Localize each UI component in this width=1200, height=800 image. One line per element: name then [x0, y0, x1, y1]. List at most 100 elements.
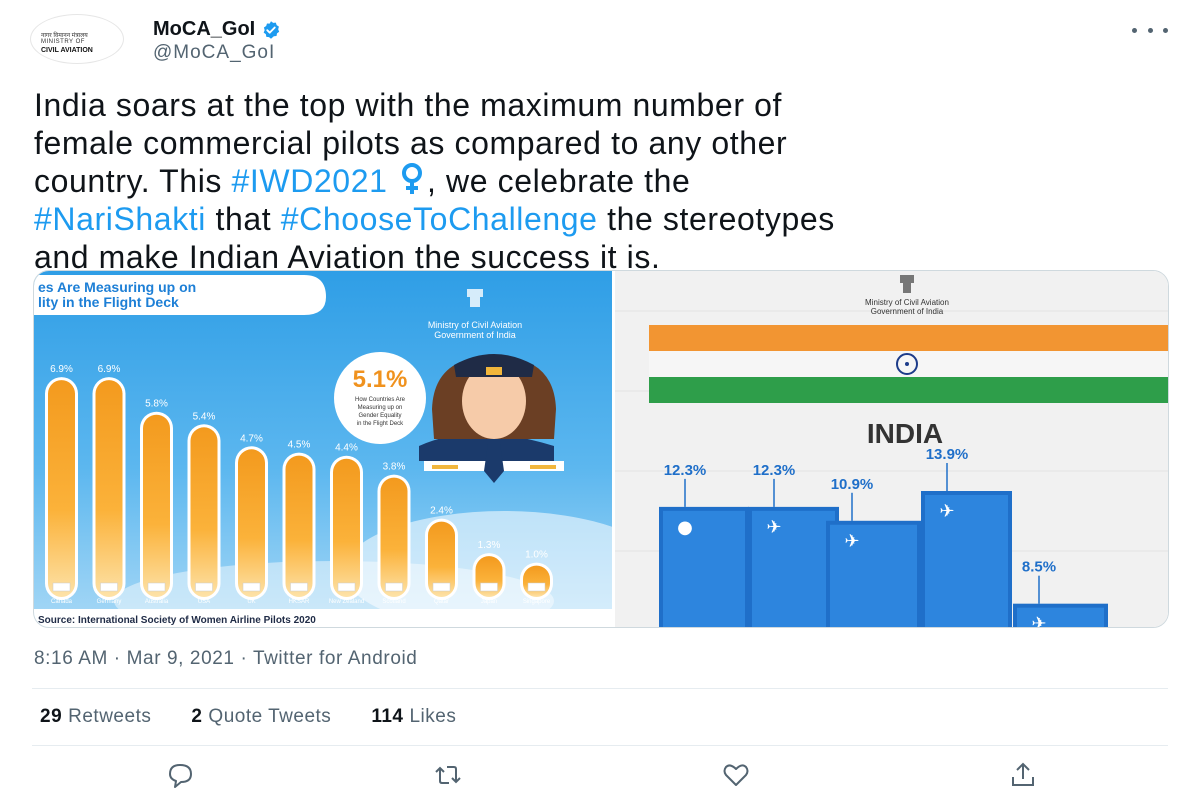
- right-bar-value-label: 12.3%: [753, 462, 796, 479]
- account-handle[interactable]: @MoCA_GoI: [153, 42, 275, 64]
- source-caption: Source: International Society of Women A…: [38, 615, 316, 626]
- right-bar-face: [663, 510, 745, 627]
- right-bar-face: [925, 495, 1008, 627]
- retweets-stat[interactable]: 29 Retweets: [40, 706, 151, 728]
- avatar-text-line1: MINISTRY OF: [41, 39, 85, 45]
- flag-icon: [432, 582, 451, 592]
- left-bar-value-label: 4.4%: [335, 443, 358, 454]
- right-bar-value-label: 10.9%: [831, 476, 874, 493]
- person-icon: ●: [677, 517, 693, 538]
- left-bar: [333, 458, 360, 597]
- left-bar-category-label: USA: [198, 599, 210, 605]
- left-bar-category-label: New Zealand: [329, 599, 364, 605]
- headline-caption-2: Measuring up on: [358, 405, 403, 411]
- tweet-text-fragment: , we celebrate the: [427, 163, 691, 199]
- right-ministry-line-1: Ministry of Civil Aviation: [865, 298, 949, 307]
- account-name-line: MoCA_GoI: [153, 18, 281, 41]
- headline-caption-3: Gender Equality: [358, 413, 401, 419]
- tweet-time[interactable]: 8:16 AM: [34, 648, 108, 669]
- left-bar: [48, 380, 75, 597]
- quotes-count: 2: [191, 706, 203, 727]
- quote-tweets-stat[interactable]: 2 Quote Tweets: [191, 706, 331, 728]
- likes-label: Likes: [409, 706, 457, 727]
- left-bar-value-label: 1.0%: [525, 550, 548, 561]
- headline-caption-4: in the Flight Deck: [357, 421, 404, 427]
- left-ministry-line-1: Ministry of Civil Aviation: [428, 320, 522, 330]
- tweet-line-1: India soars at the top with the maximum …: [34, 87, 782, 123]
- airplane-icon: ✈: [939, 501, 954, 522]
- left-bar-category-label: UK: [247, 599, 255, 605]
- left-bar-value-label: 6.9%: [50, 364, 73, 375]
- likes-stat[interactable]: 114 Likes: [371, 706, 456, 728]
- left-bar: [285, 455, 313, 597]
- flag-icon: [242, 582, 261, 592]
- tweet-media[interactable]: es Are Measuring up on lity in the Fligh…: [33, 270, 1169, 628]
- airplane-icon: ✈: [766, 517, 781, 538]
- left-bar-category-label: Australia: [145, 599, 169, 605]
- hashtag-iwd2021[interactable]: #IWD2021: [232, 163, 388, 199]
- left-bar-value-label: 6.9%: [98, 364, 121, 375]
- engagement-stats: 29 Retweets 2 Quote Tweets 114 Likes: [40, 706, 496, 728]
- female-sign-emoji-icon: [402, 163, 423, 194]
- right-bar-value-label: 8.5%: [1022, 559, 1056, 576]
- left-bar-category-label: Japan: [481, 599, 497, 605]
- indian-flag: [649, 325, 1168, 403]
- tweet-date[interactable]: Mar 9, 2021: [127, 648, 235, 669]
- left-bar: [190, 427, 218, 597]
- left-title-line-2: lity in the Flight Deck: [38, 294, 179, 310]
- country-label: INDIA: [867, 418, 943, 449]
- right-bar-face: [752, 510, 835, 627]
- left-bar-category-label: Canada: [51, 599, 73, 605]
- tweet-line-2: female commercial pilots as compared to …: [34, 125, 788, 161]
- tweet-source[interactable]: Twitter for Android: [253, 648, 418, 669]
- account-name[interactable]: MoCA_GoI: [153, 18, 255, 41]
- headline-value: 5.1%: [353, 366, 408, 393]
- quotes-label: Quote Tweets: [208, 706, 332, 727]
- share-icon[interactable]: [1008, 760, 1038, 790]
- airplane-icon: ✈: [1031, 614, 1046, 628]
- avatar[interactable]: नागर विमानन मंत्रालय MINISTRY OF CIVIL A…: [30, 14, 124, 64]
- right-bar-value-label: 13.9%: [926, 446, 969, 463]
- left-bar-value-label: 3.8%: [383, 462, 406, 473]
- tweet-line-3: country. This #IWD2021 , we celebrate th…: [34, 162, 1174, 200]
- reply-icon[interactable]: [165, 760, 195, 790]
- flag-icon: [52, 582, 71, 592]
- airplane-icon: ✈: [844, 531, 859, 552]
- flag-icon: [385, 582, 403, 592]
- likes-count: 114: [371, 706, 404, 727]
- left-bar: [143, 414, 170, 597]
- headline-caption-1: How Countries Are: [355, 397, 406, 403]
- hashtag-choosetochallenge[interactable]: #ChooseToChallenge: [281, 201, 598, 237]
- divider-bottom: [32, 745, 1168, 746]
- left-ministry-line-2: Government of India: [434, 330, 516, 340]
- right-infographic-image[interactable]: Ministry of Civil Aviation Government of…: [615, 271, 1169, 628]
- retweets-count: 29: [40, 706, 63, 727]
- avatar-text-hindi: नागर विमानन मंत्रालय: [41, 33, 88, 39]
- left-bar-category-label: HKSAR: [289, 599, 310, 605]
- left-bar-value-label: 2.4%: [430, 506, 453, 517]
- left-bar-category-label: Qatar: [434, 599, 449, 605]
- left-bar: [523, 565, 550, 597]
- tweet-meta: 8:16 AM · Mar 9, 2021 · Twitter for Andr…: [34, 648, 417, 670]
- right-bar-value-label: 12.3%: [664, 462, 707, 479]
- flag-icon: [195, 582, 213, 592]
- tweet-text-fragment: that: [206, 201, 281, 237]
- flag-icon: [100, 582, 118, 592]
- right-ministry-line-2: Government of India: [871, 307, 944, 316]
- retweet-icon[interactable]: [433, 760, 463, 790]
- left-bar-value-label: 1.3%: [478, 540, 501, 551]
- like-heart-icon[interactable]: [721, 760, 751, 790]
- left-bar: [238, 449, 265, 597]
- divider-top: [32, 688, 1168, 689]
- hashtag-narishakti[interactable]: #NariShakti: [34, 201, 206, 237]
- tweet-text-fragment: country. This: [34, 163, 232, 199]
- flag-icon: [480, 582, 498, 592]
- more-options-icon[interactable]: [1132, 18, 1168, 42]
- verified-badge-icon: [263, 20, 280, 39]
- left-bar-value-label: 5.4%: [193, 411, 216, 422]
- left-infographic-image[interactable]: es Are Measuring up on lity in the Fligh…: [34, 271, 612, 628]
- left-bar-value-label: 5.8%: [145, 399, 168, 410]
- flag-icon: [337, 582, 356, 592]
- tweet-text-fragment: the stereotypes: [597, 201, 835, 237]
- left-bar-category-label: Germany: [97, 599, 122, 605]
